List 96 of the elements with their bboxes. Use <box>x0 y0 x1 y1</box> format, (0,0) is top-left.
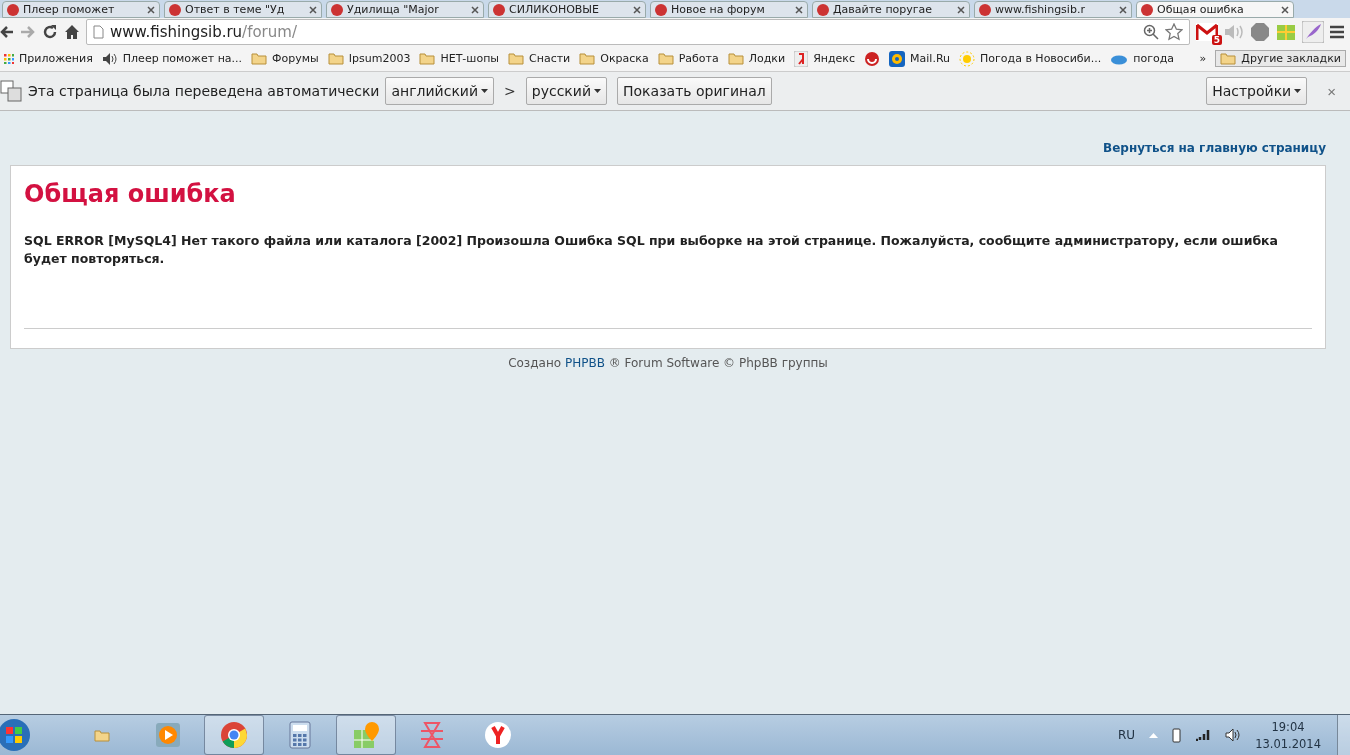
bookmark[interactable]: Яндекс <box>794 50 856 67</box>
close-icon[interactable] <box>147 5 155 14</box>
folder-icon <box>579 52 596 65</box>
address-bar[interactable]: www.fishingsib.ru/forum/ <box>86 19 1190 45</box>
browser-tab[interactable]: Общая ошибка <box>1136 1 1294 18</box>
browser-tab[interactable]: СИЛИКОНОВЫЕ <box>488 1 646 18</box>
star-icon[interactable] <box>1165 23 1183 41</box>
bookmark[interactable]: Лодки <box>727 52 786 65</box>
favicon-icon <box>169 3 181 16</box>
bookmark[interactable]: Погода в Новосиби... <box>959 50 1102 67</box>
browser-tab[interactable]: Новое на форум <box>650 1 808 18</box>
ya-icon <box>794 50 809 67</box>
bookmark[interactable]: НЕТ-шопы <box>419 52 499 65</box>
browser-tab[interactable]: Давайте поругае <box>812 1 970 18</box>
menu-icon[interactable] <box>1330 25 1344 39</box>
favicon-icon <box>817 3 829 16</box>
back-icon[interactable] <box>0 25 14 39</box>
show-desktop-button[interactable] <box>1337 715 1350 755</box>
language-indicator[interactable]: RU <box>1118 728 1136 742</box>
translate-message: Эта страница была переведена автоматически <box>28 83 380 99</box>
folder-icon <box>727 52 744 65</box>
unread-count: 5 <box>1211 35 1222 45</box>
zoom-icon[interactable] <box>1143 24 1159 40</box>
page-icon <box>93 25 104 39</box>
close-button[interactable]: × <box>1321 81 1342 101</box>
target-language-select[interactable]: русский <box>525 77 607 105</box>
bookmark[interactable]: погода <box>1110 52 1174 65</box>
other-bookmarks[interactable]: Другие закладки <box>1215 50 1346 67</box>
signal-icon[interactable] <box>1195 729 1212 741</box>
calculator-icon <box>289 721 311 749</box>
clock[interactable]: 19:04 13.01.2014 <box>1255 719 1321 751</box>
close-icon[interactable] <box>957 5 965 14</box>
caret-icon <box>594 89 601 93</box>
favicon-icon <box>493 3 505 16</box>
taskbar-button[interactable] <box>336 715 396 755</box>
settings-button[interactable]: Настройки <box>1206 77 1308 105</box>
bookmark[interactable]: Снасти <box>508 52 571 65</box>
close-icon[interactable] <box>633 5 641 14</box>
chrome-icon <box>220 721 248 749</box>
play-icon <box>155 722 181 748</box>
bookmark[interactable] <box>864 50 881 67</box>
favicon-icon <box>331 3 343 16</box>
speaker-icon[interactable] <box>1225 728 1242 742</box>
close-icon[interactable] <box>1281 5 1289 14</box>
caret-icon <box>481 89 489 93</box>
apps-grid-icon <box>4 53 14 64</box>
caret-icon <box>1294 89 1302 93</box>
browser-y-icon <box>484 721 512 749</box>
close-icon[interactable] <box>471 5 479 14</box>
hook-icon <box>864 50 881 67</box>
bookmark[interactable]: Приложения <box>4 52 93 65</box>
bookmark[interactable]: Окраска <box>579 52 649 65</box>
bookmark[interactable]: Работа <box>657 52 719 65</box>
folder-icon <box>94 728 110 742</box>
at-sign-icon <box>889 50 906 67</box>
source-language-select[interactable]: английский <box>385 77 495 105</box>
favicon-icon <box>7 3 19 16</box>
home-link[interactable]: Вернуться на главную страницу <box>1103 141 1326 155</box>
reload-icon[interactable] <box>42 24 58 40</box>
close-icon[interactable] <box>1119 5 1127 14</box>
arrow-separator: > <box>503 83 517 99</box>
star-lines-icon <box>419 721 445 749</box>
url-text: www.fishingsib.ru/forum/ <box>110 23 298 41</box>
bookmark[interactable]: Mail.Ru <box>889 50 951 67</box>
folder-icon <box>251 52 268 65</box>
bookmark[interactable]: Ipsum2003 <box>327 52 411 65</box>
browser-tab[interactable]: Удилища "Major <box>326 1 484 18</box>
error-message: SQL ERROR [MySQL4] Нет такого файла или каталога [2002] Произошла Ошибка SQL при выборке на этой странице. Пожалуйста, сообщите администратору, если ошибка будет повторяться. <box>24 232 1280 268</box>
browser-tab[interactable]: Ответ в теме "Уд <box>164 1 322 18</box>
more-bookmarks[interactable]: » <box>1199 52 1207 65</box>
map-pin-icon <box>352 720 380 750</box>
folder-icon <box>419 52 436 65</box>
speaker-icon <box>101 51 118 66</box>
battery-icon[interactable] <box>1172 727 1182 743</box>
folder-icon <box>657 52 674 65</box>
taskbar-button[interactable] <box>204 715 264 755</box>
home-icon[interactable] <box>64 24 80 40</box>
phpbb-link[interactable]: PHPBB <box>564 356 605 370</box>
favicon-icon <box>655 3 667 16</box>
sun-icon <box>959 50 976 67</box>
folder-icon <box>1220 52 1237 65</box>
footer-text: Создано PHPBB ® Forum Software © PhpBB группы <box>507 356 829 370</box>
bookmark[interactable]: Плеер поможет на... <box>101 51 243 66</box>
browser-tab[interactable]: Плеер поможет <box>2 1 160 18</box>
close-icon[interactable] <box>309 5 317 14</box>
favicon-icon <box>979 3 991 16</box>
browser-tab[interactable]: www.fishingsib.r <box>974 1 1132 18</box>
show-original-button[interactable]: Показать оригинал <box>617 77 772 105</box>
quill-icon[interactable] <box>1302 21 1324 43</box>
folder-icon <box>327 52 344 65</box>
error-title: Общая ошибка <box>24 180 237 208</box>
translate-icon <box>0 80 22 102</box>
favicon-icon <box>1141 3 1153 16</box>
bookmark[interactable]: Форумы <box>251 52 319 65</box>
close-icon[interactable] <box>795 5 803 14</box>
folder-icon <box>508 52 524 65</box>
